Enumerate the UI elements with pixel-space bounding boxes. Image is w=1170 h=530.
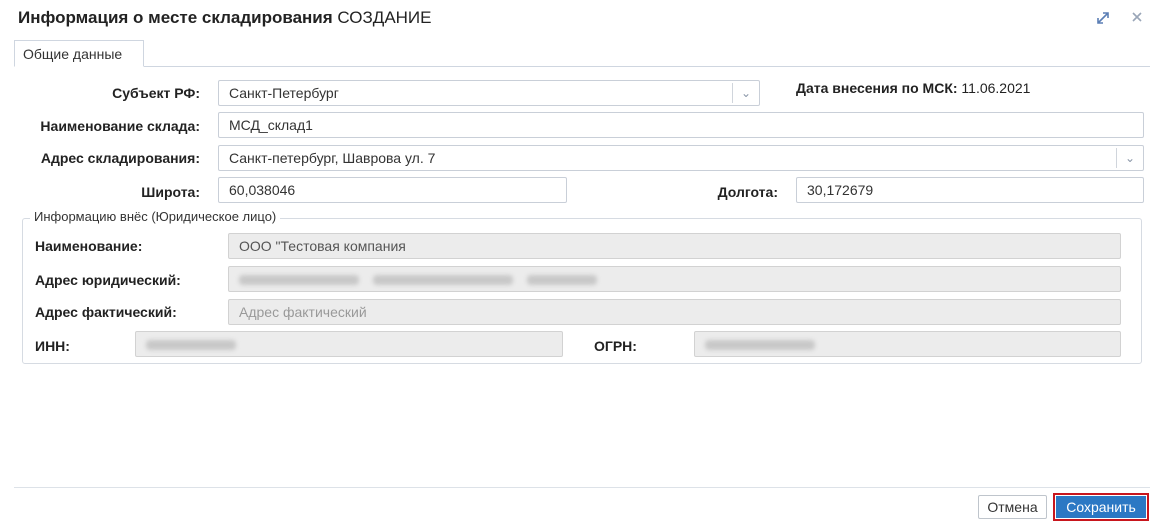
subject-label: Субъект РФ: <box>112 85 200 101</box>
dialog-title-main: Информация о месте складирования <box>18 8 333 27</box>
storage-address-select[interactable]: Санкт-петербург, Шаврова ул. 7 ⌄ <box>218 145 1144 171</box>
legal-address-label: Адрес юридический: <box>35 272 181 288</box>
entry-date-value: 11.06.2021 <box>961 80 1031 96</box>
redacted-text <box>373 275 513 286</box>
ogrn-field <box>694 331 1121 357</box>
redacted-text <box>146 340 236 351</box>
footer-divider <box>14 487 1150 488</box>
save-button[interactable]: Сохранить <box>1056 496 1146 518</box>
close-icon[interactable] <box>1128 8 1146 26</box>
redacted-text <box>239 275 359 286</box>
legal-address-field <box>228 266 1121 292</box>
chevron-down-icon[interactable]: ⌄ <box>1116 148 1143 168</box>
latitude-input[interactable]: 60,038046 <box>218 177 567 203</box>
entered-by-legend: Информацию внёс (Юридическое лицо) <box>30 208 281 226</box>
entry-date: Дата внесения по МСК: 11.06.2021 <box>796 78 1030 98</box>
subject-value: Санкт-Петербург <box>229 85 339 101</box>
storage-address-value: Санкт-петербург, Шаврова ул. 7 <box>229 150 436 166</box>
longitude-input[interactable]: 30,172679 <box>796 177 1144 203</box>
entry-date-label: Дата внесения по МСК: <box>796 80 958 96</box>
storage-address-label: Адрес складирования: <box>40 150 200 166</box>
inn-label: ИНН: <box>35 338 70 354</box>
latitude-label: Широта: <box>141 184 200 200</box>
redacted-text <box>527 275 597 286</box>
subject-select[interactable]: Санкт-Петербург ⌄ <box>218 80 760 106</box>
redacted-text <box>705 340 815 351</box>
tab-general[interactable]: Общие данные <box>14 40 144 67</box>
dialog-title-mode: СОЗДАНИЕ <box>337 8 432 27</box>
longitude-label: Долгота: <box>717 184 778 200</box>
chevron-down-icon[interactable]: ⌄ <box>732 83 759 103</box>
warehouse-name-input[interactable]: МСД_склад1 <box>218 112 1144 138</box>
org-name-label: Наименование: <box>35 238 143 254</box>
expand-icon[interactable] <box>1094 9 1112 27</box>
inn-field <box>135 331 563 357</box>
tab-strip-divider <box>14 66 1150 67</box>
save-button-highlight: Сохранить <box>1053 493 1149 521</box>
warehouse-name-label: Наименование склада: <box>40 118 200 134</box>
ogrn-label: ОГРН: <box>594 338 637 354</box>
actual-address-field: Адрес фактический <box>228 299 1121 325</box>
cancel-button[interactable]: Отмена <box>978 495 1047 519</box>
actual-address-label: Адрес фактический: <box>35 304 177 320</box>
org-name-field: ООО "Тестовая компания <box>228 233 1121 259</box>
dialog-title: Информация о месте складирования СОЗДАНИ… <box>18 8 432 28</box>
